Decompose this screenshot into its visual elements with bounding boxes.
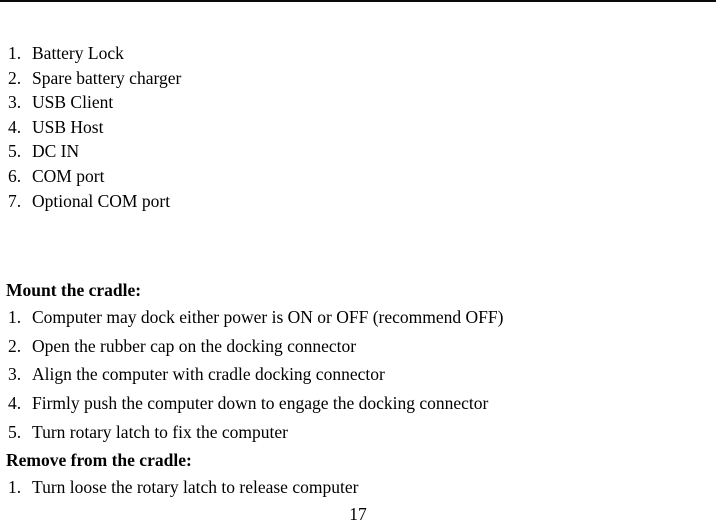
list-item: 4. USB Host — [0, 115, 716, 140]
list-item-marker: 2. — [8, 67, 22, 88]
list-item-label: Firmly push the computer down to engage … — [32, 393, 489, 414]
section-heading-remove: Remove from the cradle: — [6, 450, 192, 470]
list-item: 6. COM port — [0, 164, 716, 189]
list-item-label: COM port — [32, 165, 105, 186]
page-top-edge-artifact — [0, 0, 716, 2]
list-item-label: USB Client — [32, 92, 114, 113]
ports-callout-list: 1. Battery Lock 2. Spare battery charger… — [0, 41, 716, 213]
list-item: 1. Battery Lock — [0, 41, 716, 66]
list-item-label: Turn rotary latch to fix the computer — [32, 421, 288, 442]
list-item: 5. DC IN — [0, 139, 716, 164]
list-item-marker: 4. — [8, 393, 22, 414]
list-item-marker: 1. — [8, 307, 22, 327]
list-item-label: DC IN — [32, 141, 80, 162]
list-item-label: Turn loose the rotary latch to release c… — [32, 477, 359, 497]
list-item-marker: 2. — [8, 335, 22, 356]
list-item-label: Spare battery charger — [32, 67, 182, 88]
list-item-marker: 7. — [8, 190, 22, 211]
list-item: 1. Turn loose the rotary latch to releas… — [0, 473, 716, 502]
list-item: 2. Open the rubber cap on the docking co… — [0, 332, 716, 361]
list-item: 4. Firmly push the computer down to enga… — [0, 389, 716, 418]
list-item-label: Computer may dock either power is ON or … — [32, 307, 504, 327]
list-item-marker: 5. — [8, 141, 22, 162]
document-page: 1. Battery Lock 2. Spare battery charger… — [0, 0, 716, 527]
list-item-marker: 1. — [8, 477, 22, 497]
list-item: 1. Computer may dock either power is ON … — [0, 303, 716, 332]
list-item-label: USB Host — [32, 116, 104, 137]
list-item: 7. Optional COM port — [0, 189, 716, 214]
list-item: 5. Turn rotary latch to fix the computer — [0, 418, 716, 447]
list-item-label: Battery Lock — [32, 43, 124, 63]
list-item-label: Optional COM port — [32, 190, 171, 211]
list-item: 3. USB Client — [0, 90, 716, 115]
remove-steps-list: 1. Turn loose the rotary latch to releas… — [0, 473, 716, 502]
list-item-marker: 3. — [8, 92, 22, 113]
list-item-marker: 3. — [8, 364, 22, 385]
section-heading-mount: Mount the cradle: — [6, 280, 142, 300]
list-item: 3. Align the computer with cradle dockin… — [0, 360, 716, 389]
page-number: 17 — [349, 504, 367, 524]
mount-steps-list: 1. Computer may dock either power is ON … — [0, 303, 716, 446]
list-item-marker: 4. — [8, 116, 22, 137]
list-item: 2. Spare battery charger — [0, 66, 716, 91]
list-item-marker: 6. — [8, 165, 22, 186]
list-item-label: Align the computer with cradle docking c… — [32, 364, 385, 385]
list-item-marker: 5. — [8, 421, 22, 442]
list-item-label: Open the rubber cap on the docking conne… — [32, 335, 357, 356]
list-item-marker: 1. — [8, 43, 22, 63]
mount-cradle-section: Mount the cradle: 1. Computer may dock e… — [0, 278, 716, 446]
remove-cradle-section: Remove from the cradle: 1. Turn loose th… — [0, 448, 716, 502]
